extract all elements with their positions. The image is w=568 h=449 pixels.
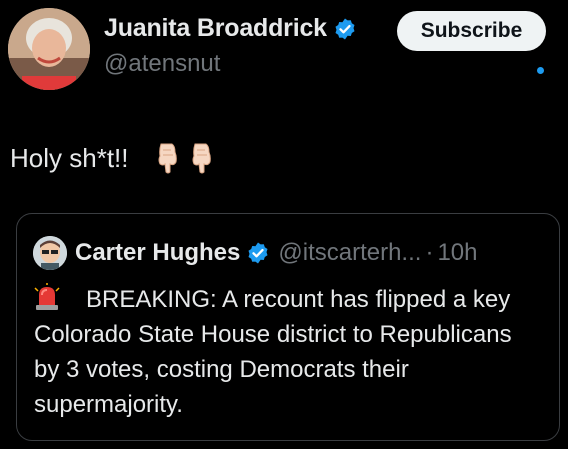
emoji-group bbox=[155, 142, 215, 174]
tweet-view: Juanita Broaddrick @atensnut Subscribe H… bbox=[0, 0, 568, 449]
quoted-tweet-body: BREAKING: A recount has flipped a key Co… bbox=[34, 282, 534, 422]
unread-indicator-dot bbox=[537, 67, 544, 74]
quoted-display-name[interactable]: Carter Hughes bbox=[75, 239, 240, 267]
verified-badge-icon bbox=[246, 241, 270, 265]
author-handle[interactable]: @atensnut bbox=[104, 50, 220, 78]
tweet-text: Holy sh*t!! bbox=[10, 142, 129, 173]
author-display-name[interactable]: Juanita Broaddrick bbox=[104, 14, 327, 43]
backhand-index-pointing-down-icon bbox=[155, 142, 181, 174]
quoted-tweet-text: BREAKING: A recount has flipped a key Co… bbox=[34, 286, 512, 418]
verified-badge-icon bbox=[333, 17, 357, 41]
meta-separator: · bbox=[425, 239, 434, 266]
subscribe-button[interactable]: Subscribe bbox=[397, 11, 546, 51]
quoted-handle[interactable]: @itscarterh... bbox=[278, 239, 421, 267]
quoted-tweet-header: Carter Hughes @itscarterh... · 10h bbox=[33, 236, 477, 270]
quoted-author-avatar[interactable] bbox=[33, 236, 67, 270]
police-light-icon bbox=[34, 283, 60, 311]
backhand-index-pointing-down-icon bbox=[189, 142, 215, 174]
tweet-body: Holy sh*t!! bbox=[10, 142, 215, 174]
quoted-timestamp[interactable]: 10h bbox=[437, 239, 477, 267]
author-name-row: Juanita Broaddrick bbox=[104, 14, 357, 43]
author-avatar[interactable] bbox=[8, 8, 90, 90]
quoted-tweet-card[interactable]: Carter Hughes @itscarterh... · 10h BREAK… bbox=[16, 213, 560, 441]
